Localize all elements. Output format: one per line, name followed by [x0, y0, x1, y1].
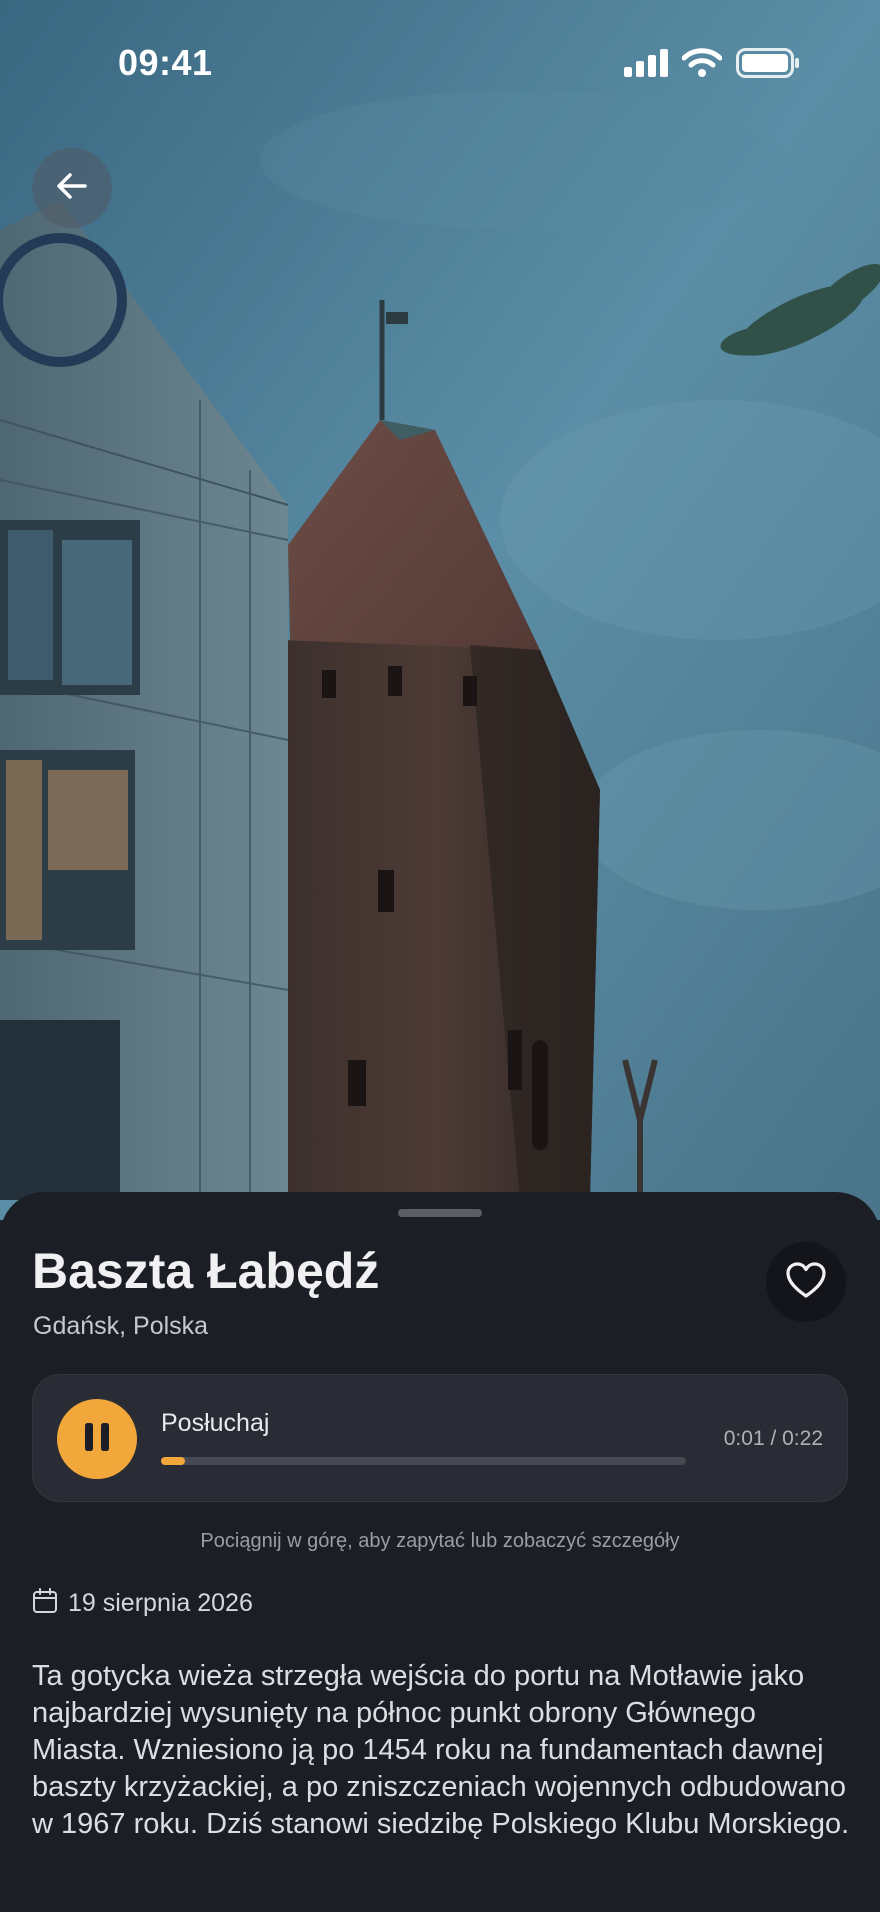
- audio-player: Posłuchaj 0:01 / 0:22: [32, 1374, 848, 1502]
- wifi-icon: [681, 48, 723, 83]
- details-sheet[interactable]: Baszta Łabędź Gdańsk, Polska Posłuchaj 0…: [0, 1192, 880, 1912]
- audio-progress-bar[interactable]: [161, 1457, 686, 1465]
- place-location: Gdańsk, Polska: [33, 1312, 209, 1340]
- sheet-drag-handle[interactable]: [398, 1209, 482, 1217]
- place-title: Baszta Łabędź: [32, 1243, 380, 1299]
- status-icons: [624, 48, 800, 83]
- calendar-icon: [32, 1588, 58, 1619]
- back-button[interactable]: [32, 148, 112, 228]
- swipe-hint: Pociągnij w górę, aby zapytać lub zobacz…: [200, 1530, 680, 1552]
- favorite-button[interactable]: [766, 1242, 846, 1322]
- arrow-left-icon: [55, 171, 89, 206]
- player-label: Posłuchaj: [161, 1409, 270, 1437]
- player-time: 0:01 / 0:22: [723, 1427, 823, 1450]
- visit-date: 19 sierpnia 2026: [68, 1589, 253, 1617]
- pause-button[interactable]: [57, 1399, 137, 1479]
- date-row: 19 sierpnia 2026: [32, 1588, 253, 1619]
- hero-photo: [0, 0, 880, 1220]
- audio-progress-fill: [161, 1457, 185, 1465]
- place-description: Ta gotycka wieża strzegła wejścia do por…: [32, 1660, 850, 1840]
- pause-icon: [83, 1421, 111, 1458]
- battery-icon: [736, 48, 800, 83]
- signal-icon: [624, 49, 668, 82]
- status-bar: 09:41: [0, 0, 880, 120]
- heart-icon: [785, 1261, 827, 1304]
- status-time: 09:41: [118, 42, 213, 83]
